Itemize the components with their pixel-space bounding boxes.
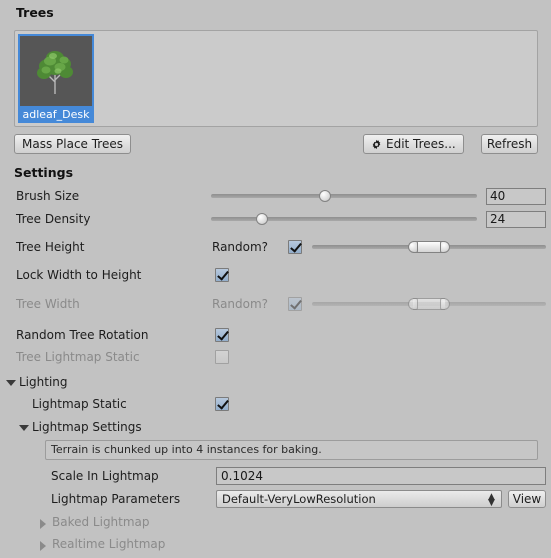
tree-density-slider[interactable] xyxy=(211,211,477,227)
realtime-lightmap-label: Realtime Lightmap xyxy=(52,537,166,551)
slider-track xyxy=(211,194,477,198)
page-title: Trees xyxy=(16,5,54,20)
random-tree-rotation-label: Random Tree Rotation xyxy=(16,328,149,342)
scale-in-lightmap-label: Scale In Lightmap xyxy=(51,469,159,483)
row-tree-height: Tree Height Random? xyxy=(0,238,551,260)
slider-min-handle[interactable] xyxy=(408,241,418,253)
row-tree-density: Tree Density 24 xyxy=(0,210,551,232)
chevron-updown-icon: ▲ ▼ xyxy=(488,492,495,508)
row-random-tree-rotation: Random Tree Rotation xyxy=(0,326,551,348)
slider-knob[interactable] xyxy=(319,190,331,202)
row-lock-width-to-height: Lock Width to Height xyxy=(0,266,551,288)
row-lighting-foldout[interactable]: Lighting xyxy=(0,373,551,395)
row-lightmap-settings-foldout[interactable]: Lightmap Settings xyxy=(0,418,551,440)
lightmap-parameters-label: Lightmap Parameters xyxy=(51,492,181,506)
slider-max-handle xyxy=(440,298,450,310)
brush-size-input[interactable]: 40 xyxy=(486,188,546,205)
chevron-down-icon[interactable] xyxy=(19,425,29,431)
lock-width-to-height-checkbox[interactable] xyxy=(215,268,229,282)
slider-knob[interactable] xyxy=(256,213,268,225)
lightmap-parameters-dropdown[interactable]: Default-VeryLowResolution ▲ ▼ xyxy=(216,490,502,508)
chevron-down-icon[interactable] xyxy=(6,380,16,386)
tree-lightmap-static-checkbox xyxy=(215,350,229,364)
tree-height-random-checkbox[interactable] xyxy=(288,240,302,254)
edit-trees-button[interactable]: Edit Trees... xyxy=(363,134,464,154)
lightmap-settings-label: Lightmap Settings xyxy=(32,420,142,434)
lightmap-static-checkbox[interactable] xyxy=(215,397,229,411)
slider-track xyxy=(211,217,477,221)
row-brush-size: Brush Size 40 xyxy=(0,187,551,209)
tree-height-random-label: Random? xyxy=(212,240,269,254)
tree-density-input[interactable]: 24 xyxy=(486,211,546,228)
row-baked-lightmap-foldout[interactable]: Baked Lightmap xyxy=(0,513,551,535)
tree-width-minmax-slider xyxy=(312,296,546,312)
row-tree-width: Tree Width Random? xyxy=(0,295,551,317)
gear-icon xyxy=(372,139,381,149)
settings-header: Settings xyxy=(14,165,74,180)
lock-width-to-height-label: Lock Width to Height xyxy=(16,268,142,282)
tree-width-random-checkbox xyxy=(288,297,302,311)
scale-in-lightmap-input[interactable]: 0.1024 xyxy=(216,467,546,485)
brush-size-slider[interactable] xyxy=(211,188,477,204)
tree-width-random-label: Random? xyxy=(212,297,269,311)
tree-list-item[interactable]: adleaf_Desk xyxy=(18,34,94,123)
row-realtime-lightmap-foldout[interactable]: Realtime Lightmap xyxy=(0,535,551,557)
help-box: Terrain is chunked up into 4 instances f… xyxy=(45,440,538,460)
refresh-button[interactable]: Refresh xyxy=(481,134,538,154)
tree-thumbnail xyxy=(20,36,92,106)
brush-size-label: Brush Size xyxy=(16,189,80,203)
tree-icon xyxy=(20,36,92,106)
lightmap-static-label: Lightmap Static xyxy=(32,397,127,411)
view-button[interactable]: View xyxy=(508,490,546,508)
lightmap-parameters-value: Default-VeryLowResolution xyxy=(222,492,376,506)
tree-list[interactable]: adleaf_Desk xyxy=(14,30,538,127)
chevron-right-icon[interactable] xyxy=(40,519,46,529)
slider-min-handle xyxy=(408,298,418,310)
edit-trees-button-label: Edit Trees... xyxy=(386,137,456,151)
tree-height-label: Tree Height xyxy=(16,240,85,254)
tree-lightmap-static-label: Tree Lightmap Static xyxy=(16,350,140,364)
tree-width-label: Tree Width xyxy=(16,297,80,311)
tree-density-label: Tree Density xyxy=(16,212,91,226)
row-tree-lightmap-static: Tree Lightmap Static xyxy=(0,348,551,370)
row-lightmap-static: Lightmap Static xyxy=(0,395,551,417)
tree-height-minmax-slider[interactable] xyxy=(312,239,546,255)
baked-lightmap-label: Baked Lightmap xyxy=(52,515,150,529)
lighting-label: Lighting xyxy=(19,375,68,389)
chevron-right-icon[interactable] xyxy=(40,541,46,551)
mass-place-trees-button[interactable]: Mass Place Trees xyxy=(14,134,131,154)
slider-max-handle[interactable] xyxy=(440,241,450,253)
random-tree-rotation-checkbox[interactable] xyxy=(215,328,229,342)
tree-list-item-label: adleaf_Desk xyxy=(22,108,90,121)
